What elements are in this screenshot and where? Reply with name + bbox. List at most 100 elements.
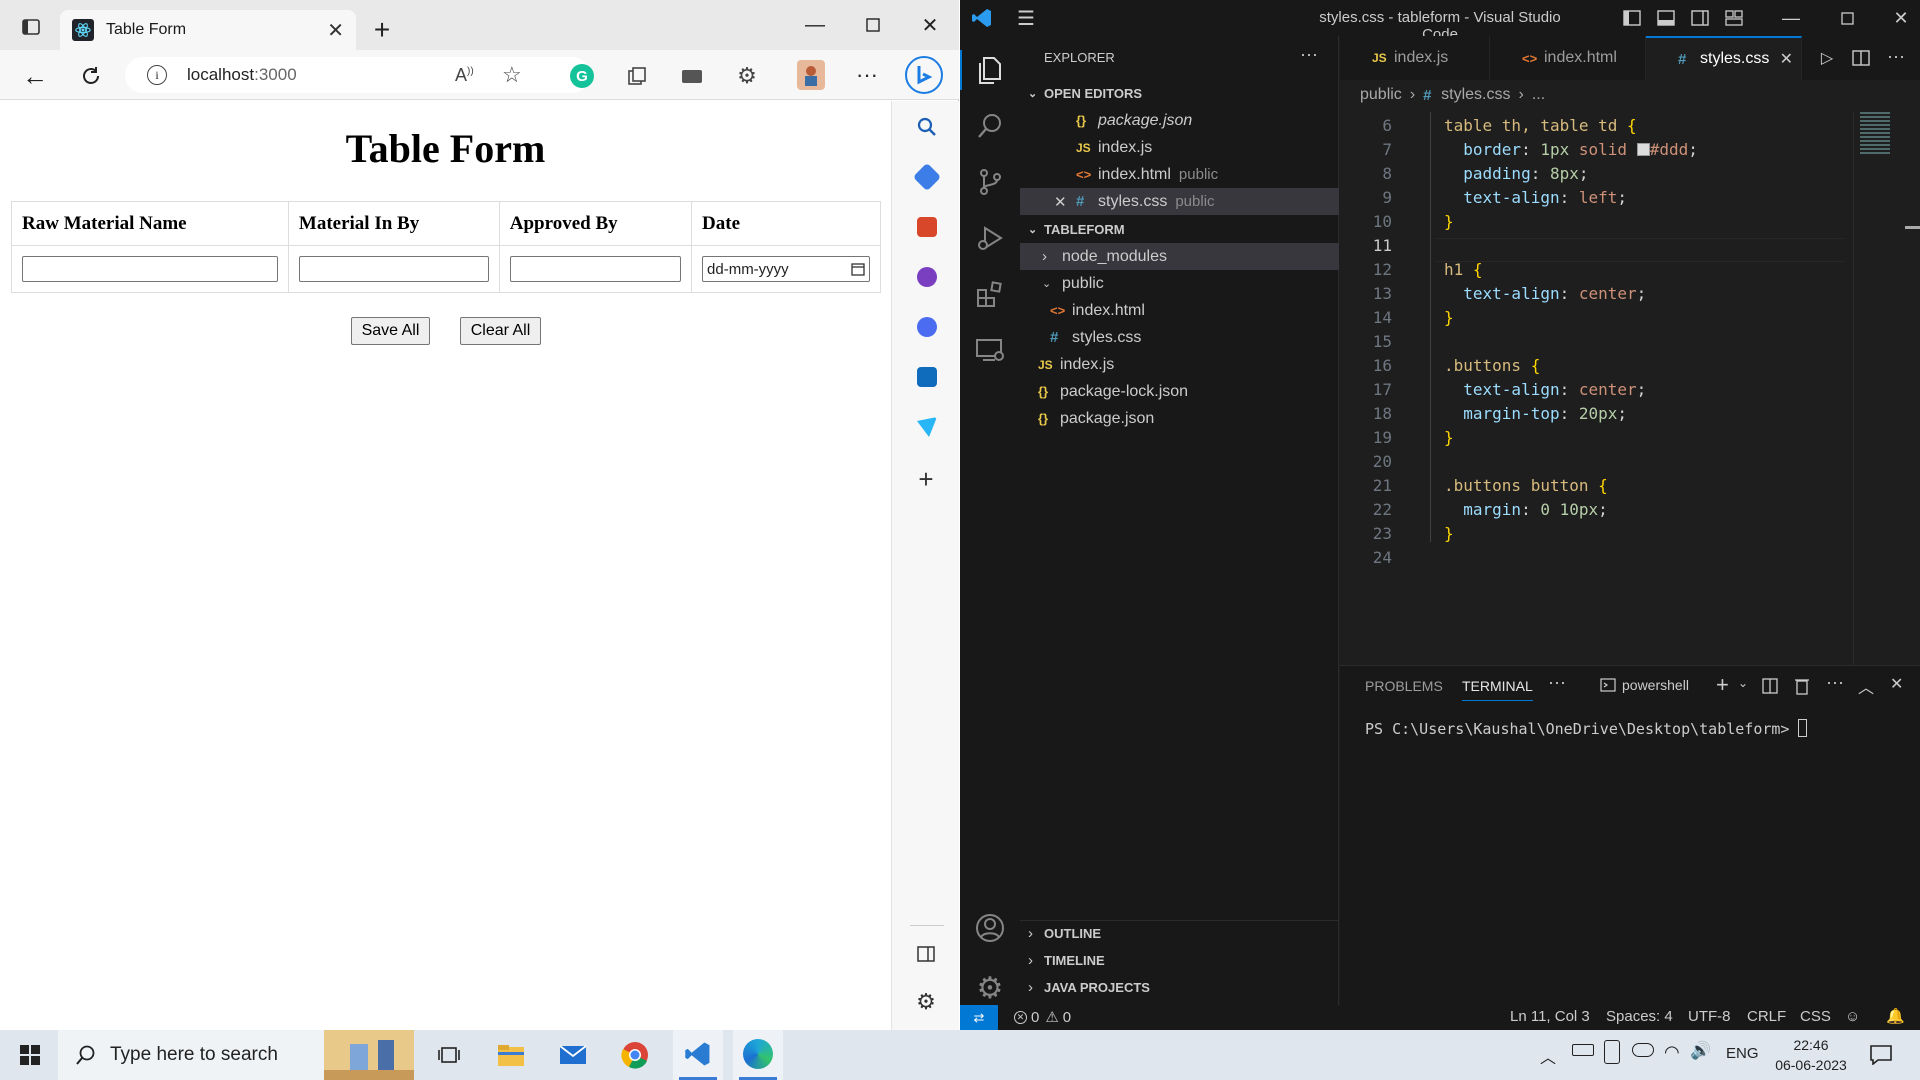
taskbar-search-box[interactable]: Type here to search [58,1030,414,1080]
more-options-icon[interactable]: ··· [852,62,882,88]
minimize-icon[interactable]: — [800,12,830,38]
edge-taskbar-button[interactable] [733,1030,783,1080]
tab-index-html[interactable]: <> index.html [1490,36,1646,80]
windows-start-icon[interactable] [10,1038,50,1072]
maximize-panel-icon[interactable]: ︿ [1858,674,1874,698]
chevron-down-icon[interactable]: ⌄ [1738,676,1748,690]
open-editor-item-active[interactable]: ✕ # styles.css public [1020,188,1339,215]
terminal-more-icon[interactable]: ··· [1826,672,1844,693]
minimap[interactable] [1860,112,1890,156]
tab-styles-css[interactable]: # styles.css ✕ [1646,36,1802,80]
vscode-minimize-icon[interactable]: — [1776,6,1806,30]
bing-copilot-icon[interactable] [905,56,943,94]
problems-status[interactable]: ✕ 0 ⚠ 0 [1014,1008,1071,1026]
timeline-section[interactable]: › TIMELINE [1020,947,1339,974]
open-editor-item[interactable]: {} package.json [1020,107,1339,134]
close-tab-icon[interactable]: ✕ [1780,49,1793,69]
vscode-maximize-icon[interactable] [1832,6,1862,30]
extensions-icon[interactable]: ⚙ [735,63,759,88]
close-window-icon[interactable]: ✕ [915,12,945,38]
terminal-selector[interactable]: powershell [1600,677,1689,693]
cursor-position[interactable]: Ln 11, Col 3 [1510,1008,1590,1025]
device-icon[interactable] [1604,1040,1620,1064]
toggle-sidebar-icon[interactable] [1622,8,1642,28]
outlook-icon[interactable] [917,367,937,387]
encoding-status[interactable]: UTF-8 [1688,1008,1731,1025]
open-editors-header[interactable]: ⌄ OPEN EDITORS [1020,80,1339,107]
notifications-bell-icon[interactable]: 🔔 [1886,1007,1905,1025]
breadcrumb-folder[interactable]: public [1360,86,1402,104]
microsoft-365-icon[interactable] [917,317,937,337]
tree-file[interactable]: JS index.js [1020,351,1339,378]
run-icon[interactable]: ▷ [1816,47,1838,69]
new-tab-icon[interactable]: + [368,14,396,45]
tab-actions-icon[interactable] [18,14,44,40]
onedrive-cloud-icon[interactable] [1632,1043,1654,1057]
save-all-button[interactable]: Save All [351,317,430,345]
customize-layout-icon[interactable] [1724,8,1744,28]
kill-terminal-icon[interactable] [1792,676,1812,696]
indentation-status[interactable]: Spaces: 4 [1606,1008,1673,1025]
refresh-icon[interactable] [76,61,106,91]
split-editor-icon[interactable] [1850,47,1872,69]
wifi-icon[interactable]: ◠ [1664,1042,1680,1063]
java-projects-section[interactable]: › JAVA PROJECTS [1020,974,1339,1001]
tree-folder[interactable]: › node_modules [1020,243,1339,270]
screenshot-icon[interactable] [680,64,704,88]
vscode-close-icon[interactable]: ✕ [1886,6,1916,30]
explorer-files-icon[interactable] [974,54,1006,86]
close-panel-icon[interactable]: ✕ [1890,674,1903,694]
toggle-panel-icon[interactable] [1656,8,1676,28]
manage-gear-icon[interactable]: ⚙ [974,972,1006,1005]
split-terminal-icon[interactable] [1760,676,1780,696]
extensions-icon[interactable] [974,278,1006,310]
tree-file[interactable]: {} package.json [1020,405,1339,432]
color-swatch[interactable] [1636,143,1650,156]
outline-section[interactable]: › OUTLINE [1020,920,1339,947]
address-bar[interactable]: i localhost:3000 A)) ☆ [125,57,590,93]
tree-file[interactable]: {} package-lock.json [1020,378,1339,405]
hide-sidebar-icon[interactable] [914,942,938,966]
mail-icon[interactable] [558,1040,588,1070]
collections-icon[interactable] [625,64,649,88]
menu-icon[interactable]: ☰ [1014,8,1038,30]
language-mode[interactable]: CSS [1800,1008,1831,1025]
breadcrumb-file[interactable]: styles.css [1441,86,1510,104]
raw-material-input[interactable] [22,256,278,282]
chrome-icon[interactable] [620,1040,650,1070]
close-tab-icon[interactable]: ✕ [327,18,344,43]
breadcrumb-symbol[interactable]: ... [1532,86,1545,104]
clock[interactable]: 22:46 06-06-2023 [1766,1035,1856,1075]
open-editor-item[interactable]: <> index.html public [1020,161,1339,188]
close-editor-icon[interactable]: ✕ [1054,193,1076,211]
feedback-icon[interactable]: ☺ [1845,1008,1860,1025]
tools-icon[interactable] [917,217,937,237]
input-language[interactable]: ENG [1726,1045,1759,1062]
new-terminal-icon[interactable]: + [1716,672,1729,698]
search-icon[interactable] [914,114,940,140]
run-debug-icon[interactable] [974,222,1006,254]
back-icon[interactable]: ← [20,61,50,91]
site-info-icon[interactable]: i [147,65,167,85]
explorer-more-icon[interactable]: ··· [1300,44,1318,65]
date-input[interactable]: dd-mm-yyyy [702,256,870,282]
accounts-icon[interactable] [974,912,1006,944]
panel-more-icon[interactable]: ··· [1548,672,1566,693]
scrollbar-thumb[interactable] [1905,226,1920,229]
vscode-taskbar-button[interactable] [673,1030,723,1080]
tab-index-js[interactable]: JS index.js [1340,36,1490,80]
terminal-output[interactable]: PS C:\Users\Kaushal\OneDrive\Desktop\tab… [1365,719,1808,738]
notification-center-icon[interactable] [1868,1042,1894,1068]
battery-icon[interactable] [1572,1044,1594,1056]
maximize-icon[interactable] [858,12,888,38]
read-aloud-icon[interactable]: A)) [455,65,474,86]
file-explorer-icon[interactable] [496,1040,526,1070]
remote-indicator-icon[interactable]: ⇄ [960,1005,998,1030]
calendar-icon[interactable] [851,262,865,276]
eol-status[interactable]: CRLF [1747,1008,1786,1025]
approved-by-input[interactable] [509,256,682,282]
favorite-star-icon[interactable]: ☆ [502,62,522,88]
volume-icon[interactable]: 🔊 [1690,1041,1711,1061]
remote-explorer-icon[interactable] [974,334,1006,366]
source-control-icon[interactable] [974,166,1006,198]
